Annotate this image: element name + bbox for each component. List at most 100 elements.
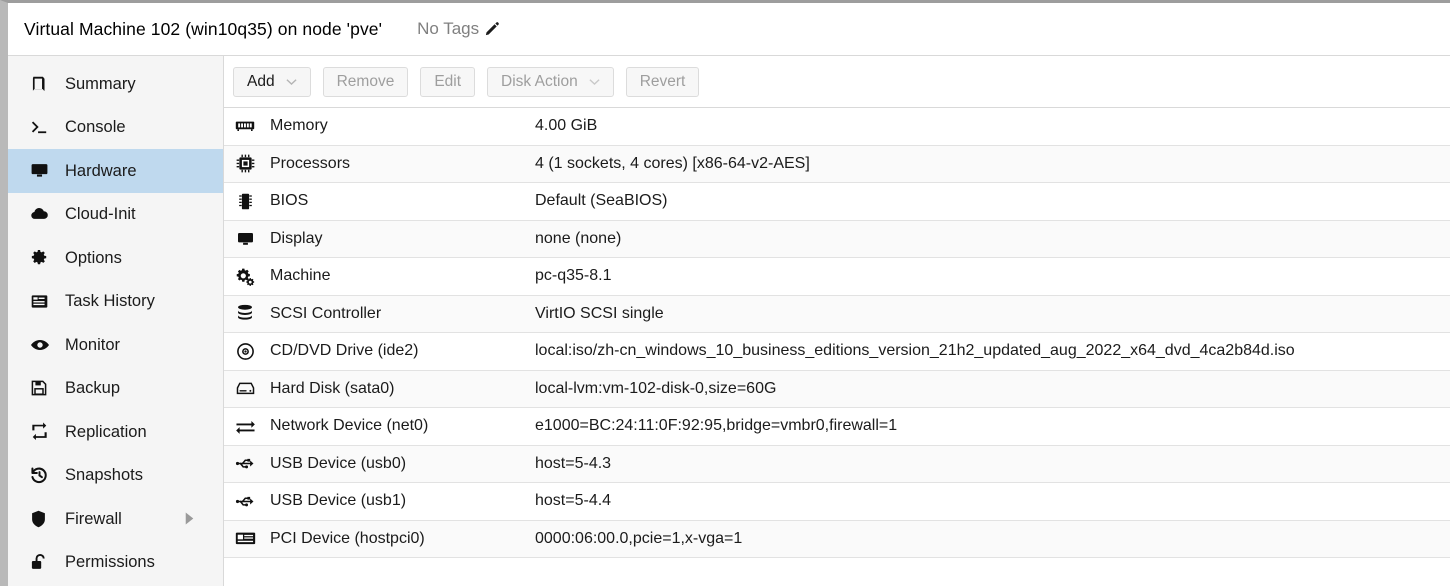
sidebar-item-label: Snapshots xyxy=(65,466,143,484)
table-row[interactable]: PCI Device (hostpci0) 0000:06:00.0,pcie=… xyxy=(224,520,1450,558)
chevron-right-icon[interactable] xyxy=(184,512,195,525)
window-scrollbar[interactable] xyxy=(0,3,8,586)
remove-button[interactable]: Remove xyxy=(322,66,409,97)
row-value: local-lvm:vm-102-disk-0,size=60G xyxy=(535,379,777,397)
gear-icon xyxy=(30,248,52,268)
row-key: Processors xyxy=(270,154,351,172)
floppy-icon xyxy=(30,378,52,398)
row-value: host=5-4.3 xyxy=(535,454,612,472)
sidebar-item-options[interactable]: Options xyxy=(8,236,223,280)
monitor-icon xyxy=(30,161,52,181)
disc-icon xyxy=(233,342,257,361)
header-bar: Virtual Machine 102 (win10q35) on node '… xyxy=(8,3,1450,56)
table-row[interactable]: Network Device (net0) e1000=BC:24:11:0F:… xyxy=(224,408,1450,446)
table-row[interactable]: CD/DVD Drive (ide2) local:iso/zh-cn_wind… xyxy=(224,333,1450,371)
row-value: pc-q35-8.1 xyxy=(535,267,612,285)
chevron-down-icon[interactable] xyxy=(589,78,600,86)
window-scrollbar-thumb[interactable] xyxy=(0,173,3,273)
tags-label: No Tags xyxy=(417,19,480,38)
table-row[interactable]: Processors 4 (1 sockets, 4 cores) [x86-6… xyxy=(224,145,1450,183)
table-row-empty xyxy=(224,558,1450,586)
sidebar-item-label: Hardware xyxy=(65,161,137,180)
sidebar: Summary Console Hardware Cloud-Init Opti… xyxy=(8,56,224,586)
table-row[interactable]: SCSI Controller VirtIO SCSI single xyxy=(224,295,1450,333)
row-value: local:iso/zh-cn_windows_10_business_edit… xyxy=(535,342,1295,360)
row-value: VirtIO SCSI single xyxy=(535,304,664,322)
proxmox-vm-window: Virtual Machine 102 (win10q35) on node '… xyxy=(0,0,1450,586)
table-row[interactable]: BIOS Default (SeaBIOS) xyxy=(224,183,1450,221)
sidebar-item-console[interactable]: Console xyxy=(8,106,223,150)
table-row[interactable]: USB Device (usb0) host=5-4.3 xyxy=(224,445,1450,483)
edit-button[interactable]: Edit xyxy=(420,66,476,97)
sidebar-item-summary[interactable]: Summary xyxy=(8,62,223,106)
disk-action-button-label: Disk Action xyxy=(501,72,578,90)
repeat-icon xyxy=(30,422,52,442)
eye-icon xyxy=(30,335,52,355)
tags-area[interactable]: No Tags xyxy=(417,19,500,39)
book-icon xyxy=(30,74,52,94)
cpu-icon xyxy=(233,154,257,173)
row-key: Hard Disk (sata0) xyxy=(270,379,395,397)
list-icon xyxy=(30,291,52,311)
chip-icon xyxy=(233,192,257,211)
page-title: Virtual Machine 102 (win10q35) on node '… xyxy=(24,18,383,39)
row-value: host=5-4.4 xyxy=(535,492,612,510)
gears-icon xyxy=(233,267,257,286)
row-key: Machine xyxy=(270,267,331,285)
terminal-icon xyxy=(30,117,52,137)
pencil-icon[interactable] xyxy=(483,21,500,38)
row-key: BIOS xyxy=(270,192,309,210)
row-value: none (none) xyxy=(535,229,622,247)
chevron-down-icon[interactable] xyxy=(286,78,297,86)
row-value: 4.00 GiB xyxy=(535,117,598,135)
sidebar-item-cloud-init[interactable]: Cloud-Init xyxy=(8,193,223,237)
row-value: 4 (1 sockets, 4 cores) [x86-64-v2-AES] xyxy=(535,154,810,172)
sidebar-item-task-history[interactable]: Task History xyxy=(8,280,223,324)
table-row[interactable]: USB Device (usb1) host=5-4.4 xyxy=(224,483,1450,521)
usb-icon xyxy=(233,493,257,510)
row-key: PCI Device (hostpci0) xyxy=(270,529,425,547)
table-row[interactable]: Memory 4.00 GiB xyxy=(224,108,1450,146)
unlock-icon xyxy=(30,552,52,572)
sidebar-item-label: Summary xyxy=(65,74,136,93)
add-button-label: Add xyxy=(247,72,275,90)
sidebar-item-label: Console xyxy=(65,118,126,136)
table-row[interactable]: Display none (none) xyxy=(224,220,1450,258)
sidebar-item-permissions[interactable]: Permissions xyxy=(8,541,223,585)
harddisk-icon xyxy=(233,381,257,396)
shield-icon xyxy=(30,509,52,529)
sidebar-item-label: Task History xyxy=(65,292,155,310)
table-row[interactable]: Machine pc-q35-8.1 xyxy=(224,258,1450,296)
hardware-toolbar: Add Remove Edit Disk Action Revert xyxy=(224,56,1450,108)
sidebar-item-backup[interactable]: Backup xyxy=(8,367,223,411)
row-value: e1000=BC:24:11:0F:92:95,bridge=vmbr0,fir… xyxy=(535,417,898,435)
sidebar-item-snapshots[interactable]: Snapshots xyxy=(8,454,223,498)
monitor-icon xyxy=(233,230,257,248)
sidebar-item-label: Monitor xyxy=(65,335,121,354)
row-value: Default (SeaBIOS) xyxy=(535,192,668,210)
row-key: USB Device (usb1) xyxy=(270,492,407,510)
row-key: CD/DVD Drive (ide2) xyxy=(270,342,419,360)
disk-action-button[interactable]: Disk Action xyxy=(487,66,614,97)
revert-button[interactable]: Revert xyxy=(625,66,700,97)
cloud-icon xyxy=(30,204,52,224)
sidebar-item-label: Options xyxy=(65,248,122,267)
memory-icon xyxy=(233,119,257,133)
revert-button-label: Revert xyxy=(639,72,686,90)
row-key: Memory xyxy=(270,117,328,135)
sidebar-item-label: Permissions xyxy=(65,553,155,571)
add-button[interactable]: Add xyxy=(233,66,311,97)
row-value: 0000:06:00.0,pcie=1,x-vga=1 xyxy=(535,529,743,547)
body-split: Summary Console Hardware Cloud-Init Opti… xyxy=(8,56,1450,586)
network-icon xyxy=(233,418,257,435)
table-row[interactable]: Hard Disk (sata0) local-lvm:vm-102-disk-… xyxy=(224,370,1450,408)
sidebar-item-label: Cloud-Init xyxy=(65,205,136,223)
sidebar-item-label: Replication xyxy=(65,422,147,441)
sidebar-item-monitor[interactable]: Monitor xyxy=(8,323,223,367)
sidebar-item-hardware[interactable]: Hardware xyxy=(8,149,223,193)
sidebar-item-firewall[interactable]: Firewall xyxy=(8,497,223,541)
sidebar-item-label: Firewall xyxy=(65,509,122,528)
database-icon xyxy=(233,304,257,323)
sidebar-item-replication[interactable]: Replication xyxy=(8,410,223,454)
edit-button-label: Edit xyxy=(434,72,462,90)
